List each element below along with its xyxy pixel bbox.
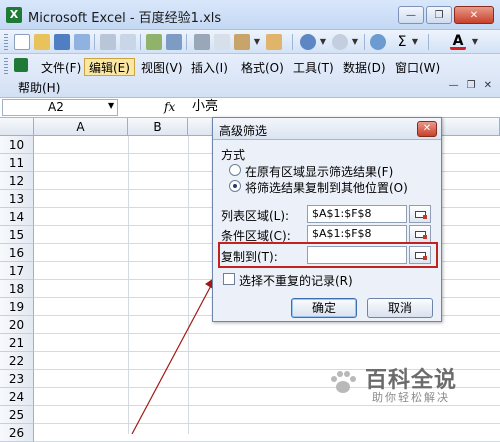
radio-filter-in-place[interactable] (229, 164, 241, 176)
criteria-range-input[interactable]: $A$1:$F$8 (307, 225, 407, 243)
list-range-input[interactable]: $A$1:$F$8 (307, 205, 407, 223)
watermark-subtitle: 助你轻松解决 (372, 391, 450, 404)
copy-to-label: 复制到(T): (221, 250, 278, 264)
collapse-dialog-icon (415, 231, 427, 239)
copy-to-collapse-button[interactable] (409, 246, 431, 264)
list-range-label: 列表区域(L): (221, 209, 290, 223)
dialog-close-button[interactable]: ✕ (417, 121, 437, 137)
advanced-filter-dialog: 高级筛选 ✕ 方式 在原有区域显示筛选结果(F) 将筛选结果复制到其他位置(O)… (212, 117, 442, 322)
list-range-collapse-button[interactable] (409, 205, 431, 223)
collapse-dialog-icon (415, 252, 427, 260)
baidu-paw-icon (331, 371, 356, 393)
copy-to-input[interactable] (307, 246, 407, 264)
arrow-line (131, 279, 215, 434)
radio-copy-to-location[interactable] (229, 180, 241, 192)
ok-button[interactable]: 确定 (291, 298, 357, 318)
dialog-title: 高级筛选 (219, 124, 268, 138)
unique-records-checkbox[interactable] (223, 273, 235, 285)
unique-records-label[interactable]: 选择不重复的记录(R) (239, 272, 353, 289)
cancel-button[interactable]: 取消 (367, 298, 433, 318)
collapse-dialog-icon (415, 211, 427, 219)
option-copy-to-location-label[interactable]: 将筛选结果复制到其他位置(O) (245, 179, 408, 196)
option-filter-in-place-label[interactable]: 在原有区域显示筛选结果(F) (245, 163, 393, 180)
criteria-range-collapse-button[interactable] (409, 225, 431, 243)
mode-section-label: 方式 (221, 148, 246, 162)
dialog-title-bar[interactable]: 高级筛选 ✕ (213, 118, 441, 140)
